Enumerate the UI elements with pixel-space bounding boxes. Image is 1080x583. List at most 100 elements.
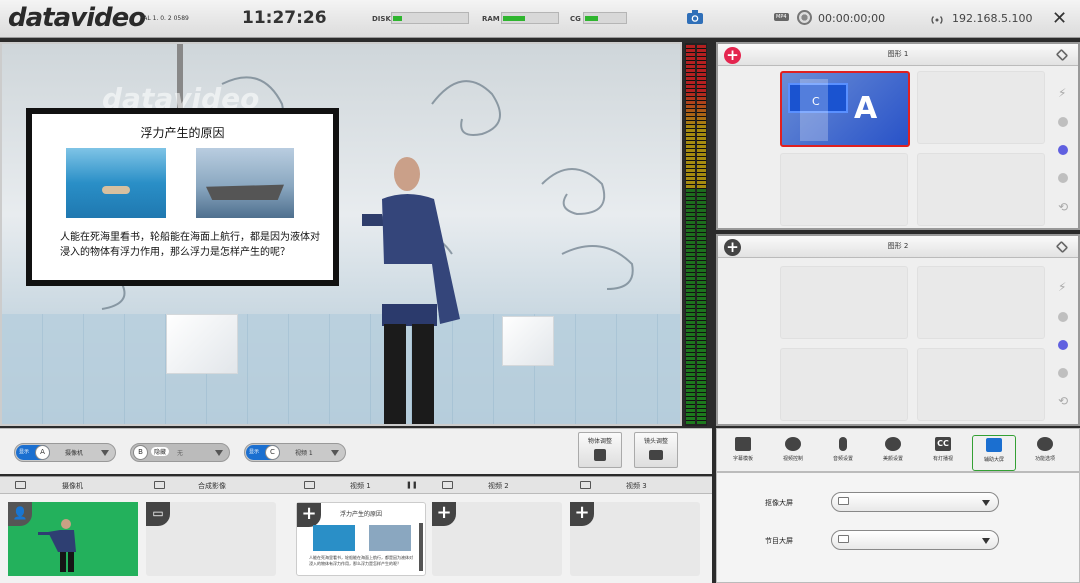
keying-screen-label: 抠像大屏 (765, 499, 793, 507)
video-1-source-thumb[interactable]: + 浮力产生的原因 人能在死海里看书，轮船能在海面上航行，都是因为液体对浸入的物… (296, 502, 426, 576)
subtitle-template-button[interactable]: 字幕模板 (721, 435, 765, 471)
monitor-icon (986, 438, 1002, 452)
source-label: 视频 2 (488, 482, 509, 490)
thumb-scrollbar[interactable] (419, 523, 423, 571)
add-source-icon: + (570, 502, 594, 526)
graphic-slot[interactable] (917, 153, 1045, 226)
ram-meter-fill (503, 16, 525, 21)
monitor-icon: ▭ (146, 502, 170, 526)
position-dot[interactable] (1058, 173, 1068, 183)
flash-icon[interactable]: ⚡ (1058, 280, 1066, 294)
object-adjust-label: 物体调整 (587, 438, 612, 445)
video-control-button[interactable]: 视频控制 (771, 435, 815, 471)
close-button[interactable]: ✕ (1052, 8, 1067, 29)
function-label: 美颜设置 (882, 456, 903, 462)
clock: 11:27:26 (242, 8, 327, 28)
record-timecode: 00:00:00;00 (818, 12, 886, 25)
thumb-text: 人能在死海里看书，轮船能在海面上航行，都是因为液体对浸入的物体有浮力作用，那么浮… (309, 555, 413, 566)
record-button[interactable] (797, 10, 812, 25)
cg-label: CG (570, 15, 581, 23)
flash-icon[interactable]: ⚡ (1058, 86, 1066, 100)
top-bar: datavideo PAL 1. 0. 2 0589 11:27:26 DISK… (0, 0, 1080, 38)
presenter (362, 157, 460, 424)
disk-label: DISK (372, 15, 391, 23)
disk-meter (391, 12, 469, 24)
beauty-settings-button[interactable]: 美颜设置 (871, 435, 915, 471)
lens-adjust-label: 镜头调整 (643, 438, 668, 445)
loop-icon[interactable]: ⟲ (1058, 394, 1068, 408)
monitor-icon (838, 535, 849, 543)
graphics-panel-2: + 图形 2 ⚡ ⟲ (716, 234, 1080, 426)
ram-label: RAM (482, 15, 500, 23)
position-dot-active[interactable] (1058, 145, 1068, 155)
graphic-slot[interactable] (780, 266, 908, 339)
graphics-panel-1: + 图形 1 C A ⚡ ⟲ (716, 42, 1080, 230)
graphic-slot[interactable] (917, 348, 1045, 421)
graphic-slot-selected[interactable]: C A (780, 71, 910, 147)
snapshot-camera-icon[interactable] (686, 9, 704, 25)
datavideo-logo: datavideo (8, 3, 146, 33)
thumb-image (369, 525, 411, 551)
video-source-icon (304, 481, 315, 489)
thumb-tag: C (812, 95, 820, 108)
layer-label: 摄像机 (65, 450, 84, 457)
source-label: 摄像机 (62, 482, 83, 490)
position-dot[interactable] (1058, 368, 1068, 378)
layer-a-switch[interactable]: 显示 A 摄像机 (14, 443, 116, 462)
chevron-down-icon (215, 450, 223, 456)
mp4-format-badge[interactable]: MP4 (774, 13, 789, 21)
position-dot-active[interactable] (1058, 340, 1068, 350)
source-label: 视频 1 (350, 482, 371, 490)
chevron-down-icon (331, 450, 339, 456)
layer-c-switch[interactable]: 显示 C 视频 1 (244, 443, 346, 462)
keying-screen-select[interactable] (831, 492, 999, 512)
graphic-slot[interactable] (780, 153, 908, 226)
layer-key: C (265, 445, 280, 460)
program-screen-label: 节目大屏 (765, 537, 793, 545)
object-adjust-button[interactable]: 物体调整 (578, 432, 622, 468)
graphic-slot[interactable] (780, 348, 908, 421)
pause-icon[interactable]: ❚❚ (406, 481, 418, 489)
disk-meter-fill (393, 16, 402, 21)
auxiliary-screen-button[interactable]: 辅助大屏 (972, 435, 1016, 471)
auxiliary-screen-panel: 抠像大屏 节目大屏 (716, 472, 1080, 583)
ip-address: 192.168.5.100 (952, 12, 1033, 25)
layer-value: 无 (177, 450, 184, 457)
chevron-down-icon (982, 500, 990, 506)
thumb-letter: A (854, 91, 878, 126)
user-icon: 👤 (8, 502, 32, 526)
function-bar: 字幕模板 视频控制 音频设置 美颜设置 CC 有灯播视 辅助大屏 功能选项 (716, 428, 1080, 472)
source-header: 摄像机 合成影像 视频 1 ❚❚ 视频 2 视频 3 (0, 476, 712, 494)
position-dot[interactable] (1058, 312, 1068, 322)
board-text: 人能在死海里看书，轮船能在海面上航行，都是因为液体对浸入的物体有浮力作用，那么浮… (60, 232, 320, 258)
camera-source-thumb[interactable]: 👤 (8, 502, 138, 576)
face-icon (885, 437, 901, 451)
layer-key: A (35, 445, 50, 460)
audio-settings-button[interactable]: 音频设置 (821, 435, 865, 471)
position-dot[interactable] (1058, 117, 1068, 127)
graphic-slot[interactable] (917, 266, 1045, 339)
video-2-source-thumb[interactable]: + (432, 502, 562, 576)
composite-source-thumb[interactable]: ▭ (146, 502, 276, 576)
cc-icon: CC (935, 437, 951, 451)
closed-caption-button[interactable]: CC 有灯播视 (921, 435, 965, 471)
video-3-source-thumb[interactable]: + (570, 502, 700, 576)
camera-source-icon (15, 481, 26, 489)
function-options-button[interactable]: 功能选项 (1023, 435, 1067, 471)
thumb-title: 浮力产生的原因 (339, 511, 382, 518)
chevron-down-icon (982, 538, 990, 544)
cube-prop (166, 314, 238, 374)
add-source-icon: + (432, 502, 456, 526)
graphic-slot[interactable] (917, 71, 1045, 144)
play-icon (785, 437, 801, 451)
layer-b-switch[interactable]: B 隐藏 无 (130, 443, 230, 462)
audio-level-meter (685, 43, 707, 426)
function-label: 有灯播视 (932, 456, 953, 462)
lens-adjust-button[interactable]: 镜头调整 (634, 432, 678, 468)
function-label: 视频控制 (782, 456, 803, 462)
loop-icon[interactable]: ⟲ (1058, 200, 1068, 214)
program-screen-select[interactable] (831, 530, 999, 550)
network-icon (930, 11, 944, 24)
layer-label: 隐藏 (151, 447, 170, 456)
function-label: 音频设置 (832, 456, 853, 462)
